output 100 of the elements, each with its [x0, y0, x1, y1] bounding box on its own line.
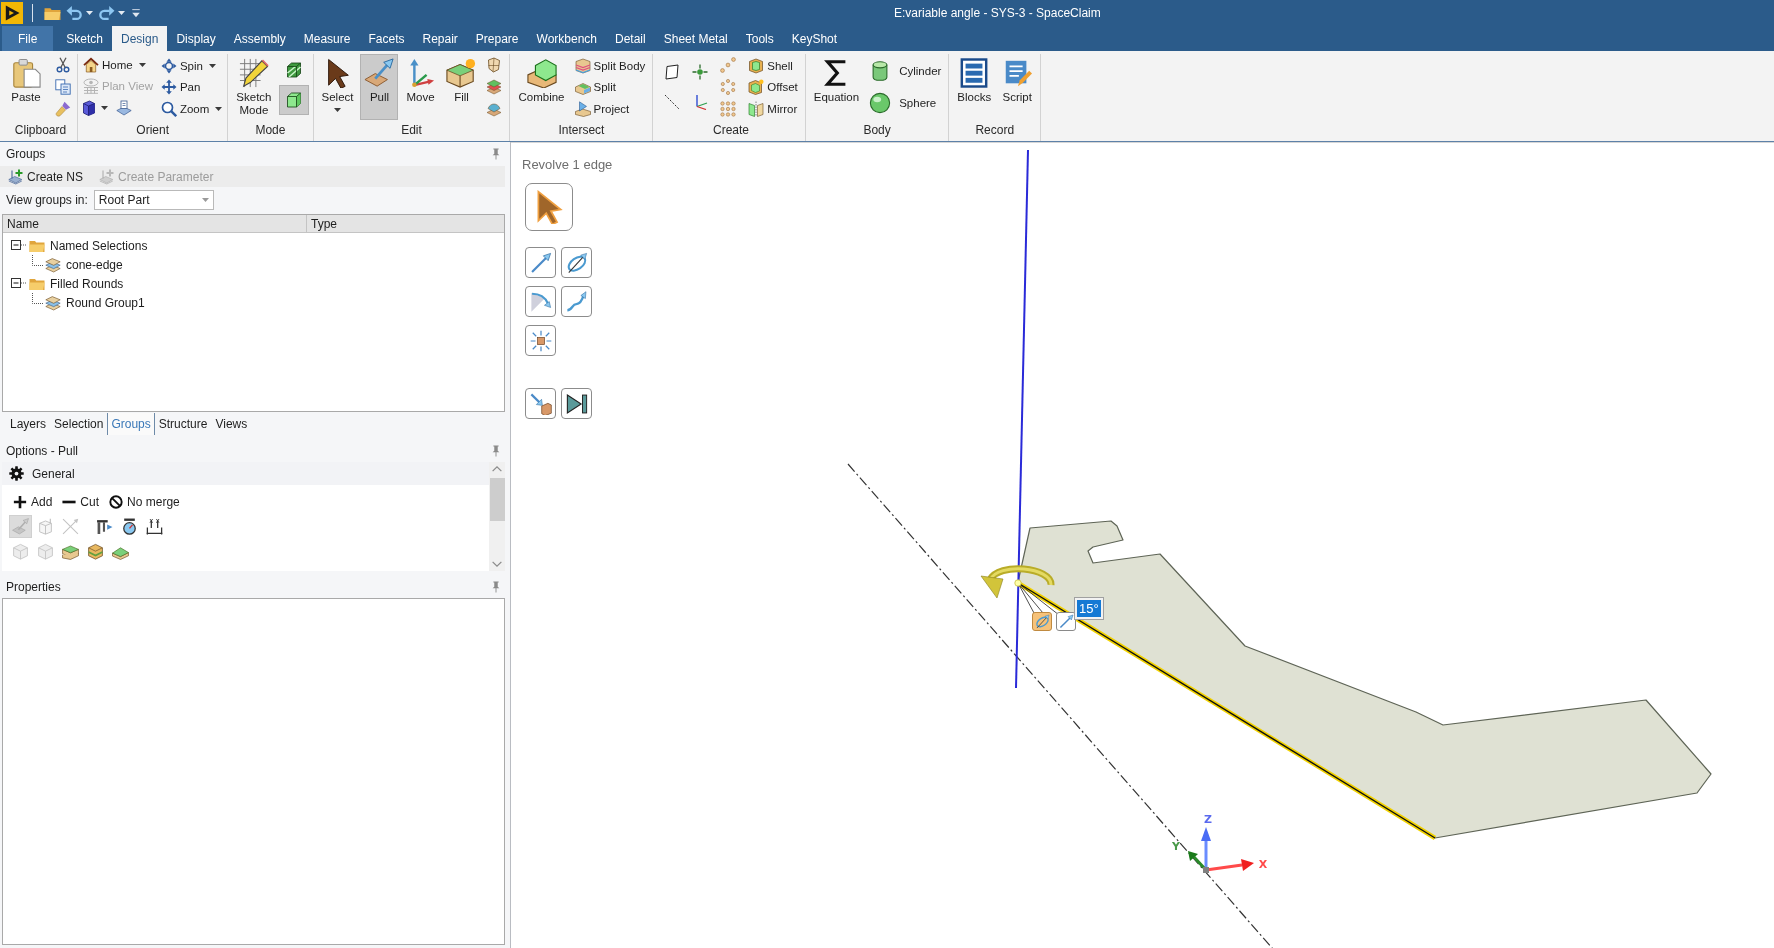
gauge-icon	[121, 517, 138, 535]
collapse-toggle[interactable]	[11, 240, 27, 251]
blocks-button[interactable]: Blocks	[953, 54, 996, 120]
panel-tab[interactable]: Layers	[6, 413, 51, 435]
path-tool-button[interactable]	[561, 286, 592, 317]
ribbon-tab[interactable]: Prepare	[466, 26, 528, 51]
scroll-thumb[interactable]	[489, 478, 505, 521]
field-label: View groups in:	[6, 192, 88, 207]
mirror-button[interactable]: Mirror	[745, 98, 801, 119]
panel-tab[interactable]: Groups	[107, 413, 155, 435]
offset-box-icon	[748, 79, 765, 95]
sphere-icon	[869, 91, 892, 114]
add-button[interactable]: Add	[9, 491, 57, 513]
split-body-button[interactable]: Split Body	[571, 55, 649, 76]
ribbon-tab[interactable]: Facets	[359, 26, 414, 51]
pull-arrow-icon	[12, 517, 29, 535]
panel-tab[interactable]: Selection	[50, 413, 108, 435]
panel-title: Properties	[6, 580, 61, 594]
up-to-tool-button[interactable]	[525, 286, 556, 317]
selection-set-icon	[45, 294, 61, 311]
box-icon	[37, 542, 54, 560]
ribbon-tab[interactable]: Measure	[294, 26, 360, 51]
ribbon-tab[interactable]: Detail	[606, 26, 655, 51]
direction-handle-button[interactable]	[1056, 612, 1076, 631]
project-button[interactable]: Project	[571, 98, 649, 119]
scrollbar[interactable]	[489, 462, 505, 571]
ribbon-tab[interactable]: Sketch	[57, 26, 113, 51]
target-tool-button[interactable]	[525, 388, 556, 419]
section-header[interactable]: General	[2, 462, 489, 485]
caret-icon	[86, 11, 93, 15]
file-menu-tab[interactable]: File	[2, 26, 54, 51]
select-tool-button[interactable]	[525, 183, 573, 231]
selection-set-icon	[45, 256, 61, 273]
layers-icon	[486, 79, 503, 95]
panel-tab[interactable]: Views	[211, 413, 252, 435]
arrow-icon	[529, 251, 552, 274]
four-arrows-icon	[160, 79, 177, 95]
split-button[interactable]: Split	[571, 77, 649, 97]
axis-tool-button[interactable]	[561, 247, 592, 278]
tree-item[interactable]: Round Group1	[66, 295, 145, 310]
sphere-button[interactable]: Sphere	[866, 88, 945, 117]
ribbon-tab[interactable]: Tools	[736, 26, 783, 51]
ribbon-tab[interactable]: KeyShot	[782, 26, 847, 51]
ribbon-tab[interactable]: Assembly	[224, 26, 295, 51]
ring-arrow-icon	[565, 251, 588, 274]
paste-button[interactable]: Paste	[7, 54, 45, 120]
view-groups-dropdown[interactable]: Root Part	[93, 189, 214, 210]
undo-icon[interactable]	[66, 4, 83, 22]
app-logo-icon[interactable]	[1, 2, 23, 24]
column-header[interactable]: Name	[3, 215, 307, 232]
fill-tool-button[interactable]: Fill	[442, 54, 481, 120]
collapse-toggle[interactable]	[11, 278, 27, 289]
shell-button[interactable]: Shell	[745, 55, 801, 76]
clamp-flag-icon	[96, 517, 113, 535]
pencil-grid-icon	[238, 58, 269, 88]
home-view-button[interactable]: Home	[80, 55, 156, 75]
create-ns-button[interactable]: Create NS	[5, 167, 87, 186]
solid-mode-button[interactable]	[278, 85, 309, 116]
no-merge-button[interactable]: No merge	[105, 491, 184, 513]
dots-grid-icon	[720, 101, 737, 117]
scissors-icon	[55, 57, 71, 73]
cut-button[interactable]: Cut	[58, 491, 104, 513]
axis-handle-button[interactable]	[1032, 612, 1052, 631]
cylinder-button[interactable]: Cylinder	[866, 57, 945, 86]
rotate-handle[interactable]	[980, 565, 1055, 599]
ribbon-tab[interactable]: Workbench	[527, 26, 606, 51]
explode-tool-button[interactable]	[525, 325, 556, 356]
tree-item[interactable]: Named Selections	[50, 238, 148, 253]
ribbon-tab[interactable]: Design	[112, 26, 168, 51]
column-header[interactable]: Type	[307, 215, 504, 232]
tree-item[interactable]: cone-edge	[66, 257, 123, 272]
direction-tool-button[interactable]	[525, 247, 556, 278]
ribbon-tab[interactable]: Repair	[413, 26, 467, 51]
view-orientation-button[interactable]	[80, 97, 109, 119]
spin-button[interactable]: Spin	[157, 55, 226, 76]
box-icon	[12, 542, 29, 560]
pan-button[interactable]: Pan	[157, 77, 226, 97]
tree-connector	[32, 255, 43, 266]
equation-button[interactable]: Equation	[809, 54, 864, 120]
axis-label: Z	[1204, 813, 1212, 826]
ribbon-tab[interactable]: Display	[167, 26, 225, 51]
pull-tool-button[interactable]: Pull	[360, 54, 399, 120]
no-entry-icon	[109, 495, 124, 509]
angle-field[interactable]: 15°	[1075, 598, 1103, 619]
tag-plus-icon	[8, 168, 24, 185]
select-tool-button[interactable]: Select	[317, 54, 358, 120]
ribbon-tab[interactable]: Sheet Metal	[654, 26, 737, 51]
zoom-button[interactable]: Zoom	[157, 98, 226, 119]
clipboard-icon	[11, 58, 41, 88]
panel-tab[interactable]: Structure	[154, 413, 212, 435]
tree-item[interactable]: Filled Rounds	[50, 276, 124, 291]
script-button[interactable]: Script	[998, 54, 1037, 120]
complete-button[interactable]	[561, 388, 592, 419]
move-tool-button[interactable]: Move	[401, 54, 440, 120]
redo-icon[interactable]	[98, 4, 115, 22]
sketch-mode-button[interactable]: Sketch Mode	[232, 54, 276, 120]
customize-icon[interactable]	[130, 7, 142, 19]
combine-button[interactable]: Combine	[514, 54, 569, 120]
copy-button[interactable]	[52, 76, 74, 98]
offset-button[interactable]: Offset	[745, 77, 801, 97]
